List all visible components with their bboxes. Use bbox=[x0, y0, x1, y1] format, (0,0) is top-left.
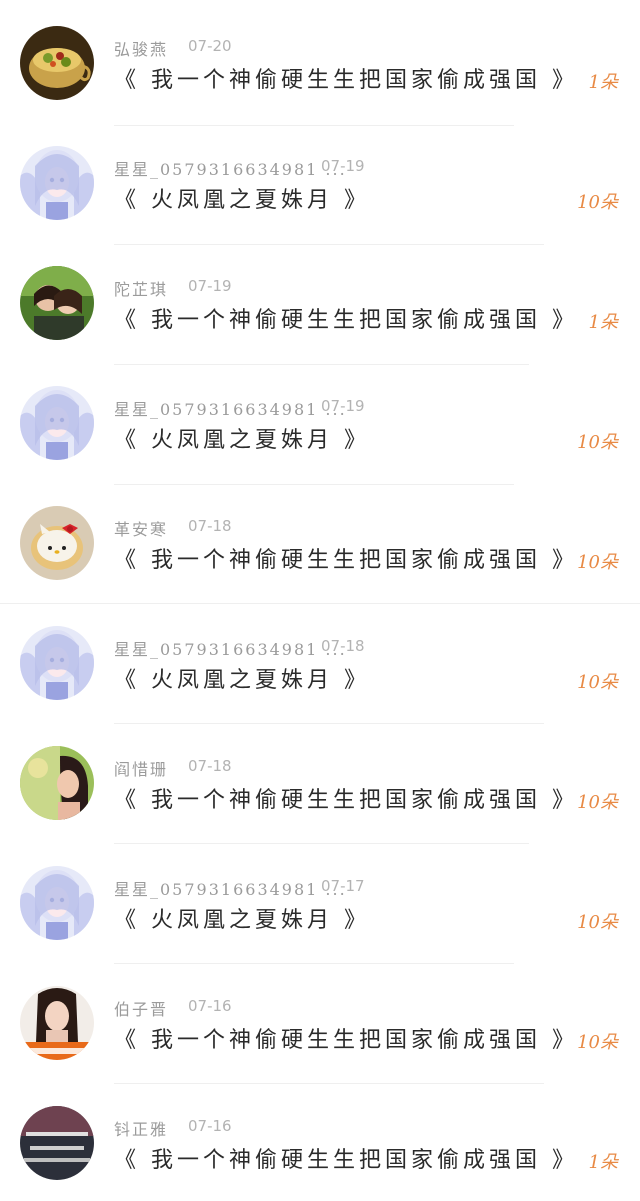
flower-count: 1朵 bbox=[588, 312, 618, 333]
list-item[interactable]: 星星_0579316634981 ... 07-19 《 火凤凰之夏姝月 》 1… bbox=[0, 360, 640, 485]
quote-text-avatar[interactable] bbox=[20, 1106, 94, 1180]
book-title[interactable]: 《 我一个神偷硬生生把国家偷成强国 》 bbox=[114, 62, 578, 94]
username: 星星_0579316634981 ... bbox=[114, 640, 347, 659]
book-title[interactable]: 《 我一个神偷硬生生把国家偷成强国 》 bbox=[114, 302, 578, 334]
list-item[interactable]: 伯子晋 07-16 《 我一个神偷硬生生把国家偷成强国 》 10朵 bbox=[0, 960, 640, 1084]
book-title[interactable]: 《 我一个神偷硬生生把国家偷成强国 》 bbox=[114, 1142, 578, 1174]
hello-kitty-avatar[interactable] bbox=[20, 506, 94, 580]
username: 伯子晋 bbox=[114, 1000, 169, 1019]
anime-girl-avatar[interactable] bbox=[20, 146, 94, 220]
username: 阎惜珊 bbox=[114, 760, 169, 779]
date: 07-19 bbox=[321, 397, 365, 415]
list-item[interactable]: 星星_0579316634981 ... 07-19 《 火凤凰之夏姝月 》 1… bbox=[0, 120, 640, 245]
date: 07-16 bbox=[188, 1117, 232, 1135]
date: 07-18 bbox=[188, 517, 232, 535]
date: 07-18 bbox=[188, 757, 232, 775]
list-item[interactable]: 星星_0579316634981 ... 07-18 《 火凤凰之夏姝月 》 1… bbox=[0, 600, 640, 724]
list-item[interactable]: 革安寒 07-18 《 我一个神偷硬生生把国家偷成强国 》 10朵 bbox=[0, 480, 640, 604]
book-title[interactable]: 《 我一个神偷硬生生把国家偷成强国 》 bbox=[114, 782, 578, 814]
book-title[interactable]: 《 我一个神偷硬生生把国家偷成强国 》 bbox=[114, 1022, 578, 1054]
teacup-avatar[interactable] bbox=[20, 26, 94, 100]
book-title[interactable]: 《 火凤凰之夏姝月 》 bbox=[114, 662, 370, 694]
list-item[interactable]: 陀芷琪 07-19 《 我一个神偷硬生生把国家偷成强国 》 1朵 bbox=[0, 240, 640, 365]
username: 钭正雅 bbox=[114, 1120, 169, 1139]
username: 陀芷琪 bbox=[114, 280, 169, 299]
date: 07-19 bbox=[321, 157, 365, 175]
flower-count: 10朵 bbox=[577, 672, 618, 693]
anime-girl-avatar[interactable] bbox=[20, 386, 94, 460]
date: 07-18 bbox=[321, 637, 365, 655]
anime-girl-avatar[interactable] bbox=[20, 626, 94, 700]
username: 弘骏燕 bbox=[114, 40, 169, 59]
username: 革安寒 bbox=[114, 520, 169, 539]
flower-count: 10朵 bbox=[577, 792, 618, 813]
book-title[interactable]: 《 我一个神偷硬生生把国家偷成强国 》 bbox=[114, 542, 578, 574]
woman-portrait-avatar[interactable] bbox=[20, 746, 94, 820]
anime-girl-avatar[interactable] bbox=[20, 866, 94, 940]
girl-photo-avatar[interactable] bbox=[20, 986, 94, 1060]
list-item[interactable]: 阎惜珊 07-18 《 我一个神偷硬生生把国家偷成强国 》 10朵 bbox=[0, 720, 640, 844]
book-title[interactable]: 《 火凤凰之夏姝月 》 bbox=[114, 422, 370, 454]
date: 07-17 bbox=[321, 877, 365, 895]
date: 07-16 bbox=[188, 997, 232, 1015]
flower-count: 1朵 bbox=[588, 72, 618, 93]
book-title[interactable]: 《 火凤凰之夏姝月 》 bbox=[114, 182, 370, 214]
username: 星星_0579316634981 ... bbox=[114, 160, 347, 179]
flower-count: 10朵 bbox=[577, 552, 618, 573]
flower-count: 1朵 bbox=[588, 1152, 618, 1173]
flower-count: 10朵 bbox=[577, 192, 618, 213]
flower-count: 10朵 bbox=[577, 1032, 618, 1053]
couple-avatar[interactable] bbox=[20, 266, 94, 340]
list-item[interactable]: 钭正雅 07-16 《 我一个神偷硬生生把国家偷成强国 》 1朵 bbox=[0, 1080, 640, 1199]
date: 07-19 bbox=[188, 277, 232, 295]
date: 07-20 bbox=[188, 37, 232, 55]
list-item[interactable]: 星星_0579316634981 ... 07-17 《 火凤凰之夏姝月 》 1… bbox=[0, 840, 640, 964]
username: 星星_0579316634981 ... bbox=[114, 400, 347, 419]
flower-count: 10朵 bbox=[577, 432, 618, 453]
flower-count: 10朵 bbox=[577, 912, 618, 933]
book-title[interactable]: 《 火凤凰之夏姝月 》 bbox=[114, 902, 370, 934]
username: 星星_0579316634981 ... bbox=[114, 880, 347, 899]
list-item[interactable]: 弘骏燕 07-20 《 我一个神偷硬生生把国家偷成强国 》 1朵 bbox=[0, 0, 640, 126]
